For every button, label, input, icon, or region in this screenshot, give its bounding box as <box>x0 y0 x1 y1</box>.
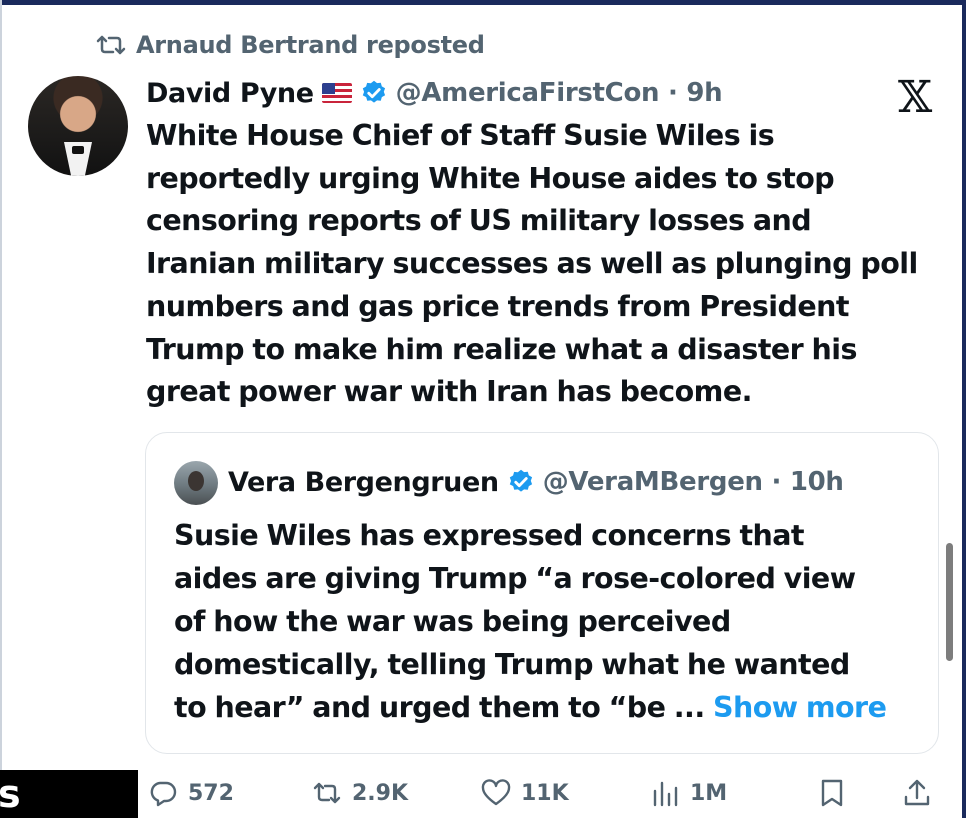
quoted-author-avatar[interactable] <box>174 461 218 505</box>
tweet-body-line: Trump to make him realize what a disaste… <box>146 332 857 366</box>
repost-icon <box>313 782 341 804</box>
x-logo-icon[interactable]: 𝕏 <box>898 76 932 120</box>
quoted-author-name[interactable]: Vera Bergengruen <box>228 467 499 498</box>
quoted-body-line: Susie Wiles has expressed concerns that <box>174 519 805 552</box>
like-count: 11K <box>521 780 569 806</box>
views-button[interactable]: 1M <box>650 778 727 808</box>
quoted-body-text: to hear” and urged them to “be ... <box>174 691 713 724</box>
quoted-body-line: aides are giving Trump “a rose-colored v… <box>174 562 856 595</box>
tweet-body-line: great power war with Iran has become. <box>146 375 752 409</box>
reply-icon <box>150 781 177 807</box>
bookmark-button[interactable] <box>817 778 847 808</box>
tweet-body-line: Iranian military successes as well as pl… <box>146 247 918 281</box>
heart-icon <box>481 779 511 806</box>
verified-badge-icon <box>509 469 532 492</box>
tweet-body-line: censoring reports of US military losses … <box>146 204 812 238</box>
repost-label: Arnaud Bertrand reposted <box>136 31 485 59</box>
quoted-tweet-body: Susie Wiles has expressed concerns that … <box>174 514 914 729</box>
tweet-header: David Pyne @AmericaFirstCon · 9h <box>146 74 723 112</box>
us-flag-icon <box>321 83 352 103</box>
reply-button[interactable]: 572 <box>148 778 234 808</box>
author-name[interactable]: David Pyne <box>146 78 314 109</box>
repost-indicator[interactable]: Arnaud Bertrand reposted <box>96 31 485 59</box>
quoted-body-line: of how the war was being perceived <box>174 605 731 638</box>
scrollbar[interactable] <box>946 543 953 661</box>
author-avatar[interactable] <box>28 76 128 176</box>
quoted-tweet-header: Vera Bergengruen @VeraMBergen · 10h <box>228 462 844 502</box>
tweet-body-line: reportedly urging White House aides to s… <box>146 161 835 195</box>
quoted-author-handle-time[interactable]: @VeraMBergen · 10h <box>543 467 844 497</box>
avatar-tie <box>72 146 84 154</box>
tweet-body-line: numbers and gas price trends from Presid… <box>146 289 849 323</box>
views-count: 1M <box>690 780 728 806</box>
views-chart-icon <box>653 781 678 807</box>
share-button[interactable] <box>902 778 932 808</box>
tweet-body: White House Chief of Staff Susie Wiles i… <box>146 115 946 414</box>
quoted-body-line: domestically, telling Trump what he want… <box>174 648 850 681</box>
like-button[interactable]: 11K <box>481 778 569 808</box>
tweet-body-line: White House Chief of Staff Susie Wiles i… <box>146 119 775 152</box>
left-border <box>0 0 2 818</box>
bookmark-icon <box>821 779 843 807</box>
repost-button[interactable]: 2.9K <box>312 778 408 808</box>
reply-count: 572 <box>188 780 234 806</box>
repost-icon <box>96 35 126 55</box>
show-more-link[interactable]: Show more <box>713 691 887 724</box>
author-handle-time[interactable]: @AmericaFirstCon · 9h <box>396 78 723 108</box>
share-icon <box>904 779 930 806</box>
action-bar: 572 2.9K 11K 1M <box>0 770 966 818</box>
repost-count: 2.9K <box>352 780 409 806</box>
top-border <box>0 0 966 5</box>
verified-badge-icon <box>362 80 385 103</box>
right-border <box>962 0 966 818</box>
quoted-body-last-line: to hear” and urged them to “be ... Show … <box>174 686 914 729</box>
